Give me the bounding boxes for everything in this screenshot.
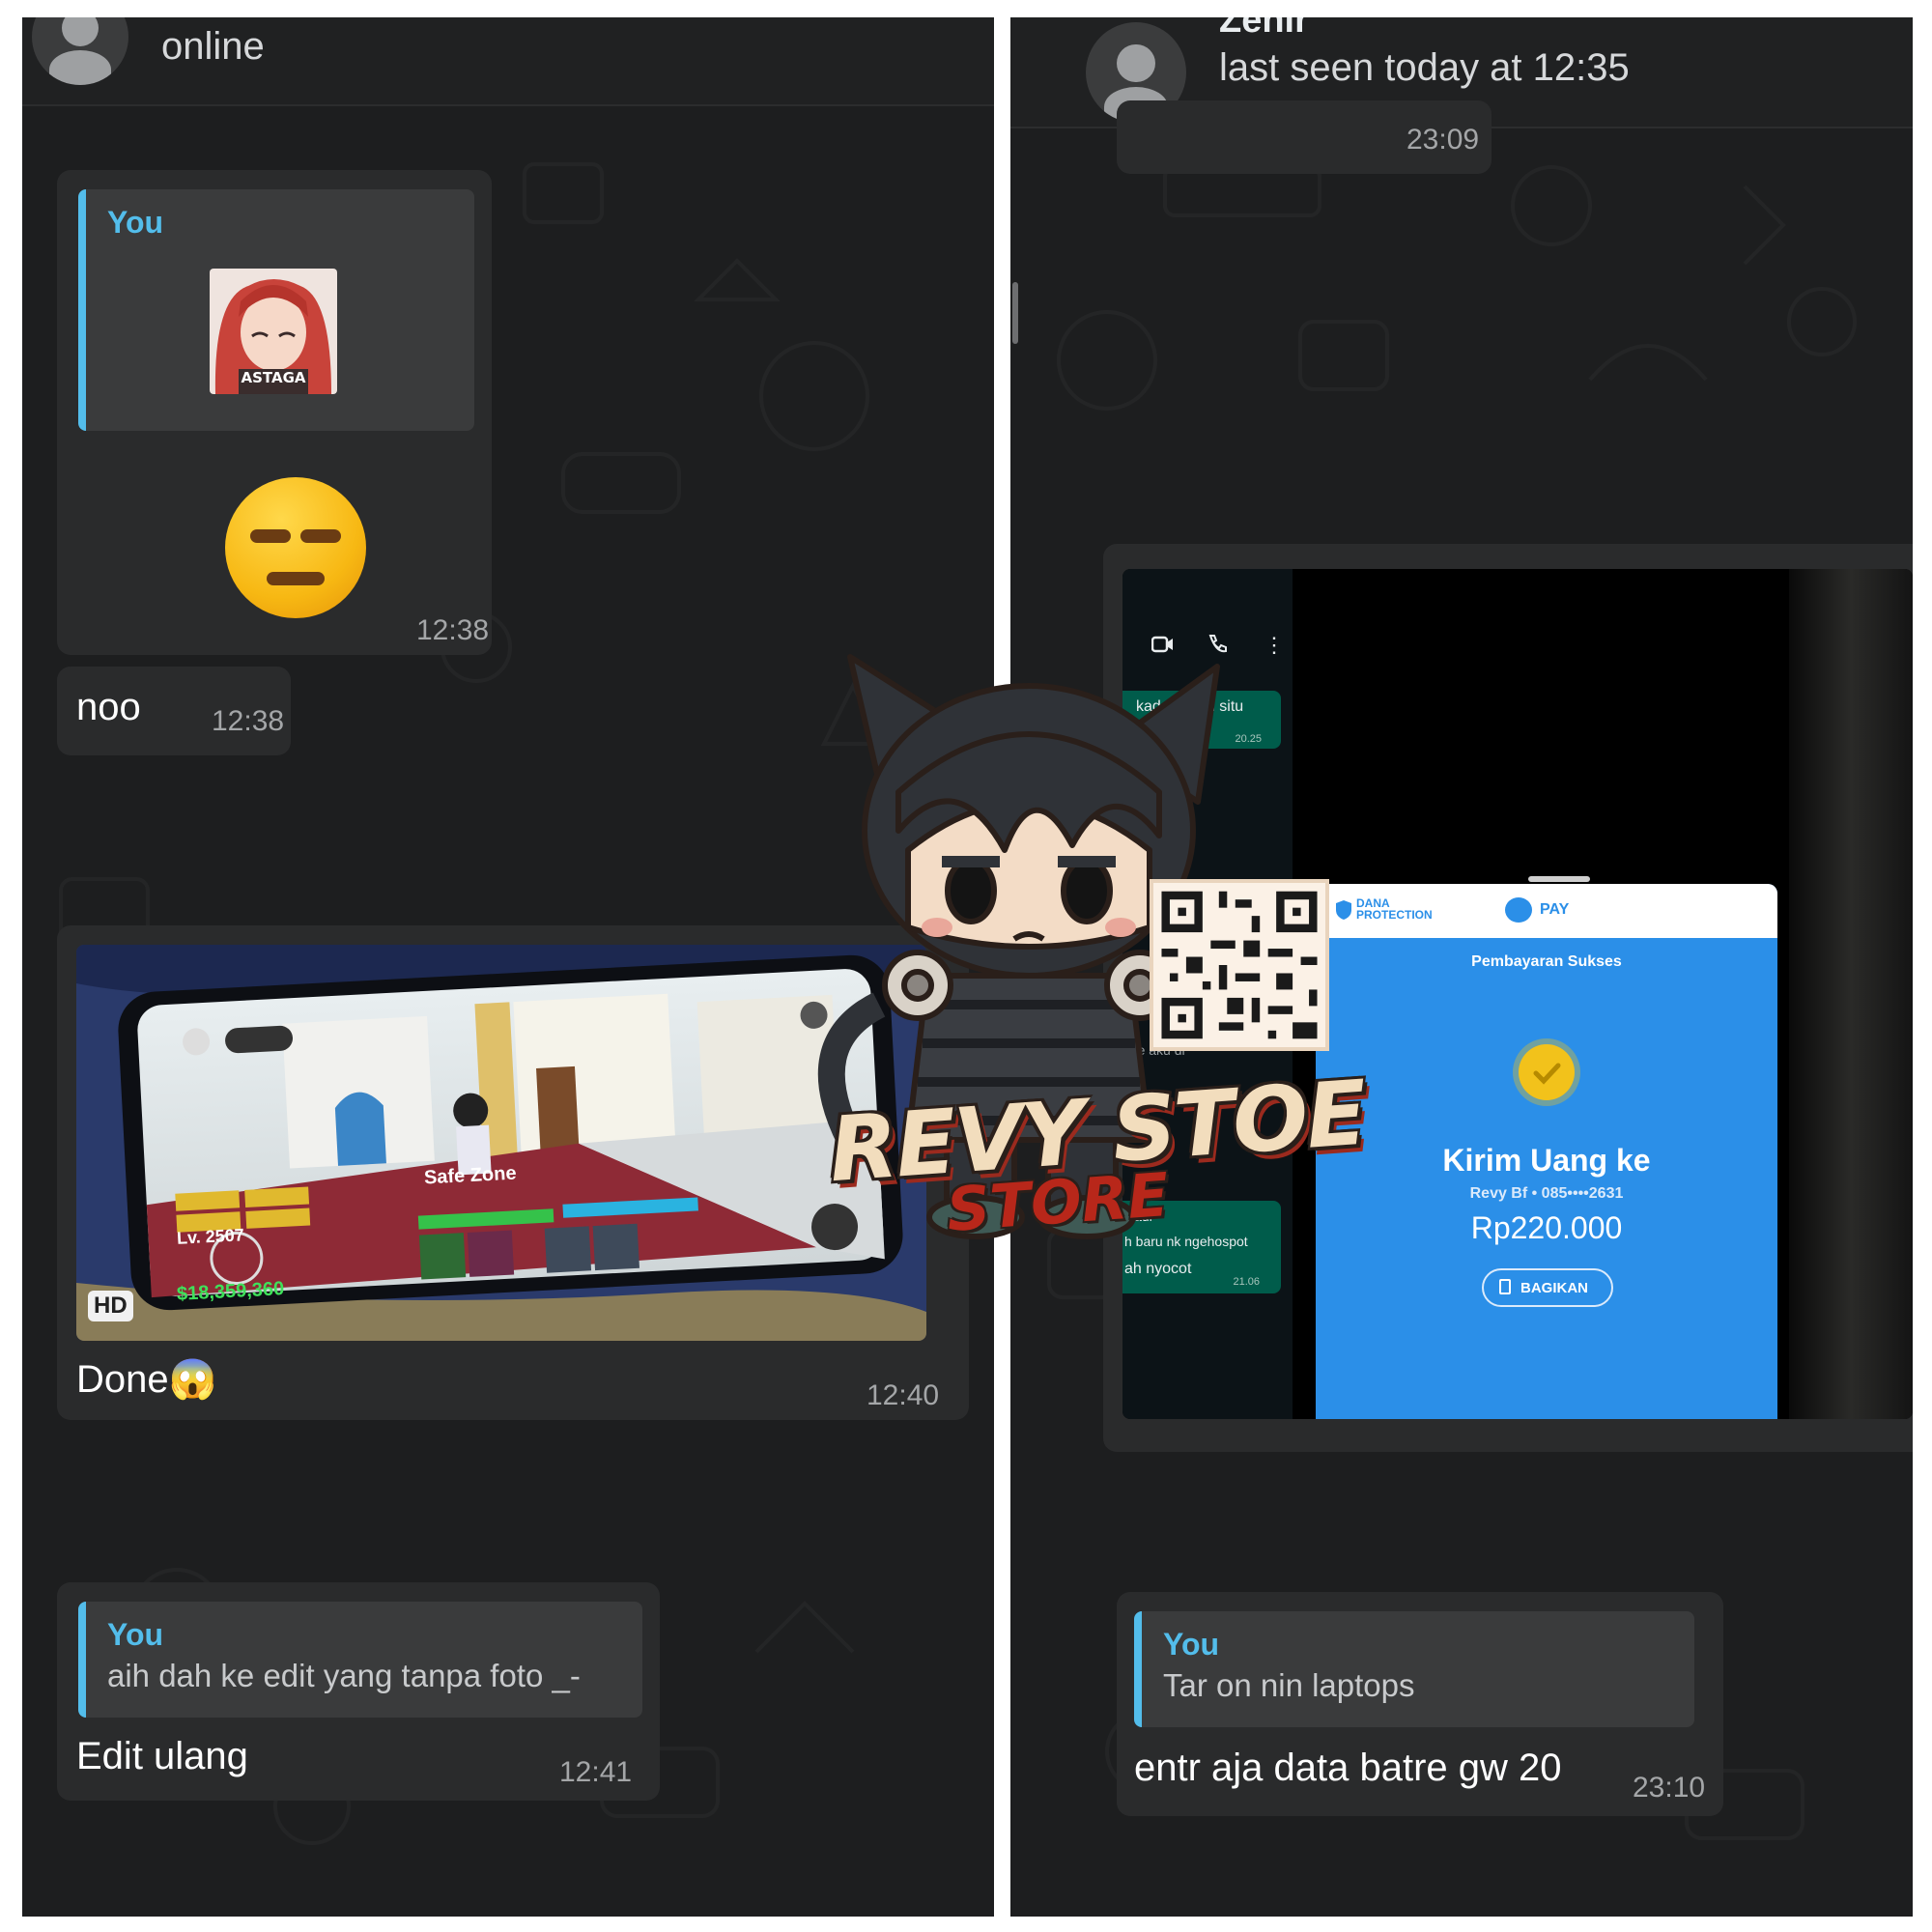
quoted-message[interactable]: You aih dah ke edit yang tanpa foto _-: [78, 1602, 642, 1718]
quote-text: Tar on nin laptops: [1163, 1667, 1415, 1703]
payment-success-label: Pembayaran Sukses: [1471, 953, 1622, 970]
message-time: 12:40: [867, 1379, 940, 1411]
contact-status: online: [161, 25, 265, 68]
dana-phone-screen: DANA PROTECTION PAY Pembayaran Sukses Ki…: [1316, 569, 1777, 1419]
contact-avatar[interactable]: [32, 17, 128, 85]
quote-author: You: [1163, 1627, 1220, 1662]
dana-protection-label: DANA PROTECTION: [1356, 896, 1433, 922]
message-time: 12:38: [212, 705, 285, 737]
hd-badge: HD: [88, 1291, 133, 1321]
game-level-text: Lv. 2507: [176, 1225, 245, 1248]
quoted-message[interactable]: You Tar on nin laptops: [1134, 1611, 1694, 1727]
message-bubble-sticker[interactable]: You ASTAGA 12:38: [57, 170, 492, 655]
quote-author: You: [107, 1617, 164, 1652]
recipient-info: Revy Bf • 085••••2631: [1469, 1185, 1624, 1202]
game-screenshot-photo[interactable]: Safe Zone Lv. 2507 $18,359,360 HD: [76, 945, 926, 1341]
shield-icon: [1336, 900, 1351, 920]
message-text: Edit ulang: [76, 1735, 248, 1777]
message-time: 12:41: [559, 1756, 633, 1788]
share-button[interactable]: BAGIKAN: [1482, 1268, 1613, 1307]
dana-logo-icon: [1505, 897, 1532, 923]
chat-header[interactable]: online: [22, 17, 994, 106]
quote-author: You: [107, 205, 164, 240]
blurred-background-strip: [1789, 569, 1913, 1419]
avatar-head-shape: [1117, 43, 1155, 83]
scrollbar-handle[interactable]: [1012, 282, 1018, 344]
dana-pay-label: PAY: [1540, 901, 1570, 918]
bg-chat-time: 21.06: [1233, 1276, 1260, 1288]
expressionless-face-emoji-icon: [225, 477, 366, 618]
quoted-message[interactable]: You ASTAGA: [78, 189, 474, 431]
message-bubble-text[interactable]: noo 12:38: [57, 667, 291, 755]
message-time: 23:10: [1633, 1772, 1706, 1804]
bg-chat-line: ah nyocot: [1124, 1261, 1192, 1277]
success-check-icon: [1519, 1044, 1575, 1100]
payment-amount: Rp220.000: [1470, 1210, 1623, 1245]
message-time: 12:38: [416, 614, 490, 646]
qr-code-icon: [1150, 879, 1329, 1051]
message-text: Done😱: [76, 1358, 217, 1401]
message-bubble-clipped[interactable]: 23:09: [1117, 100, 1492, 174]
emoji-mouth: [267, 572, 325, 585]
dana-payment-card: DANA PROTECTION PAY Pembayaran Sukses Ki…: [1316, 884, 1777, 1419]
message-time: 23:09: [1406, 124, 1480, 156]
emoji-eye-left: [250, 529, 291, 543]
emoji-eye-right: [300, 529, 341, 543]
share-icon: [1499, 1279, 1511, 1294]
quoted-sticker-thumbnail: ASTAGA: [210, 269, 337, 394]
message-bubble-reply[interactable]: You Tar on nin laptops entr aja data bat…: [1117, 1592, 1723, 1816]
sticker-caption: ASTAGA: [241, 369, 306, 386]
contact-status: last seen today at 12:35: [1219, 46, 1630, 89]
avatar-body-shape: [49, 50, 111, 85]
sheet-handle: [1528, 876, 1590, 882]
share-label: BAGIKAN: [1520, 1280, 1588, 1296]
message-text: entr aja data batre gw 20: [1134, 1747, 1562, 1789]
contact-name: Zehir: [1219, 17, 1309, 41]
avatar-head-shape: [62, 17, 99, 46]
message-bubble-reply[interactable]: You aih dah ke edit yang tanpa foto _- E…: [57, 1582, 660, 1801]
message-text: noo: [76, 686, 141, 728]
qr-code-pattern-icon: [1153, 883, 1325, 1047]
send-money-title: Kirim Uang ke: [1442, 1143, 1651, 1178]
quote-text: aih dah ke edit yang tanpa foto _-: [107, 1658, 581, 1693]
